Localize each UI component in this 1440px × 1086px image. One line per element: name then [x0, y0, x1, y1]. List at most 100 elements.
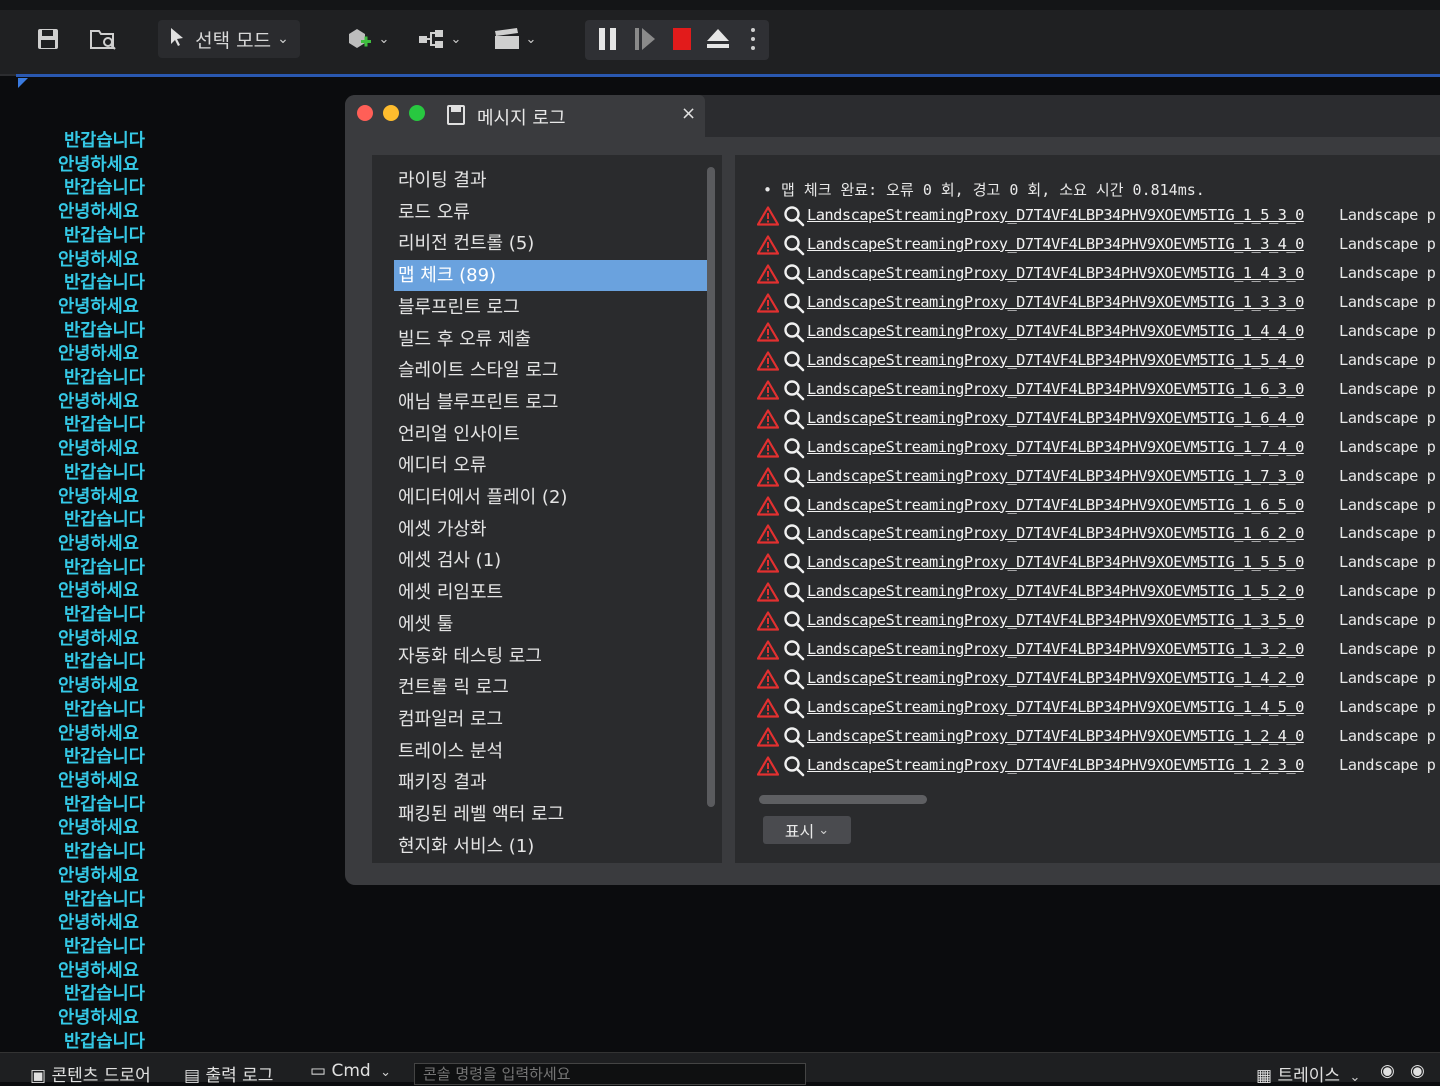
category-item[interactable]: 트레이스 분석	[394, 736, 708, 767]
actor-link[interactable]: LandscapeStreamingProxy_D7T4VF4LBP34PHV9…	[807, 669, 1304, 687]
category-item[interactable]: 에디터 오류	[394, 450, 708, 481]
find-actor-icon[interactable]	[783, 350, 805, 372]
find-actor-icon[interactable]	[783, 234, 805, 256]
find-actor-icon[interactable]	[783, 408, 805, 430]
category-scrollbar[interactable]	[707, 167, 715, 807]
add-actor-button[interactable]: ⌄	[342, 20, 392, 58]
content-browser-icon[interactable]	[88, 20, 118, 58]
cinematics-button[interactable]: ⌄	[488, 20, 540, 58]
log-message-text: Landscape p	[1339, 350, 1436, 369]
actor-link[interactable]: LandscapeStreamingProxy_D7T4VF4LBP34PHV9…	[807, 264, 1304, 282]
find-actor-icon[interactable]	[783, 321, 805, 343]
save-icon[interactable]	[34, 20, 62, 58]
show-filter-button[interactable]: 표시 ⌄	[763, 816, 851, 844]
maximize-window-icon[interactable]	[409, 105, 425, 121]
category-item[interactable]: 빌드 후 오류 제출	[394, 324, 708, 355]
step-icon[interactable]	[633, 26, 657, 58]
find-actor-icon[interactable]	[783, 581, 805, 603]
trace-dropdown[interactable]: ▦ 트레이스 ⌄	[1256, 1061, 1360, 1086]
console-line: 안녕하세요	[58, 960, 139, 981]
category-item[interactable]: 컴파일러 로그	[394, 704, 708, 735]
horizontal-scrollbar[interactable]	[759, 795, 927, 804]
output-log-button[interactable]: ▤ 출력 로그	[184, 1061, 273, 1086]
source-control-icon[interactable]: ◉	[1410, 1061, 1425, 1081]
category-item[interactable]: 언리얼 인사이트	[394, 419, 708, 450]
category-item[interactable]: 애님 블루프린트 로그	[394, 387, 708, 418]
more-icon[interactable]	[749, 26, 757, 58]
log-message-text: Landscape p	[1339, 321, 1436, 340]
find-actor-icon[interactable]	[783, 668, 805, 690]
viewport-console-output: 반갑습니다 안녕하세요 반갑습니다 안녕하세요 반갑습니다 안녕하세요 반갑습니다 안녕하세요…	[58, 130, 170, 1054]
close-window-icon[interactable]	[357, 105, 373, 121]
actor-link[interactable]: LandscapeStreamingProxy_D7T4VF4LBP34PHV9…	[807, 553, 1304, 571]
find-actor-icon[interactable]	[783, 495, 805, 517]
warning-icon	[756, 495, 780, 516]
category-item[interactable]: 에셋 툴	[394, 609, 708, 640]
find-actor-icon[interactable]	[783, 437, 805, 459]
log-message-text: Landscape p	[1339, 466, 1436, 485]
pause-icon[interactable]	[597, 26, 619, 58]
actor-link[interactable]: LandscapeStreamingProxy_D7T4VF4LBP34PHV9…	[807, 611, 1304, 629]
find-actor-icon[interactable]	[783, 755, 805, 777]
actor-link[interactable]: LandscapeStreamingProxy_D7T4VF4LBP34PHV9…	[807, 438, 1304, 456]
blueprint-button[interactable]: ⌄	[414, 20, 464, 58]
find-actor-icon[interactable]	[783, 263, 805, 285]
category-item[interactable]: 맵 체크 (89)	[394, 260, 708, 292]
actor-link[interactable]: LandscapeStreamingProxy_D7T4VF4LBP34PHV9…	[807, 351, 1304, 369]
find-actor-icon[interactable]	[783, 552, 805, 574]
actor-link[interactable]: LandscapeStreamingProxy_D7T4VF4LBP34PHV9…	[807, 206, 1304, 224]
category-item[interactable]: 에셋 리임포트	[394, 577, 708, 608]
actor-link[interactable]: LandscapeStreamingProxy_D7T4VF4LBP34PHV9…	[807, 467, 1304, 485]
actor-link[interactable]: LandscapeStreamingProxy_D7T4VF4LBP34PHV9…	[807, 524, 1304, 542]
category-item[interactable]: 컨트롤 릭 로그	[394, 672, 708, 703]
console-line: 반갑습니다	[64, 273, 145, 294]
category-item[interactable]: 블루프린트 로그	[394, 292, 708, 323]
actor-link[interactable]: LandscapeStreamingProxy_D7T4VF4LBP34PHV9…	[807, 409, 1304, 427]
find-actor-icon[interactable]	[783, 292, 805, 314]
message-log-icon	[447, 105, 465, 130]
console-command-input[interactable]	[414, 1063, 806, 1085]
category-item[interactable]: 로드 오류	[394, 197, 708, 228]
find-actor-icon[interactable]	[783, 466, 805, 488]
actor-link[interactable]: LandscapeStreamingProxy_D7T4VF4LBP34PHV9…	[807, 756, 1304, 774]
console-line: 반갑습니다	[64, 842, 145, 863]
find-actor-icon[interactable]	[783, 726, 805, 748]
category-item[interactable]: 슬레이트 스타일 로그	[394, 355, 708, 386]
tab-message-log[interactable]: 메시지 로그 ×	[345, 95, 705, 137]
category-item[interactable]: 리비전 컨트롤 (5)	[394, 228, 708, 259]
cmd-dropdown[interactable]: ▭ Cmd ⌄	[310, 1061, 391, 1081]
tab-title: 메시지 로그	[477, 108, 566, 129]
category-item[interactable]: 에디터에서 플레이 (2)	[394, 482, 708, 513]
actor-link[interactable]: LandscapeStreamingProxy_D7T4VF4LBP34PHV9…	[807, 582, 1304, 600]
stop-icon[interactable]	[671, 26, 693, 58]
find-actor-icon[interactable]	[783, 205, 805, 227]
category-item[interactable]: 패키징 결과	[394, 767, 708, 798]
find-actor-icon[interactable]	[783, 610, 805, 632]
actor-link[interactable]: LandscapeStreamingProxy_D7T4VF4LBP34PHV9…	[807, 293, 1304, 311]
chevron-down-icon: ⌄	[818, 822, 830, 838]
category-item[interactable]: 라이팅 결과	[394, 165, 708, 196]
category-item[interactable]: 에셋 가상화	[394, 514, 708, 545]
find-actor-icon[interactable]	[783, 697, 805, 719]
eject-icon[interactable]	[705, 26, 731, 58]
selection-mode-dropdown[interactable]: 선택 모드 ⌄	[158, 20, 300, 58]
find-actor-icon[interactable]	[783, 523, 805, 545]
category-item[interactable]: 에셋 검사 (1)	[394, 545, 708, 576]
category-item[interactable]: 자동화 테스팅 로그	[394, 641, 708, 672]
actor-link[interactable]: LandscapeStreamingProxy_D7T4VF4LBP34PHV9…	[807, 235, 1304, 253]
derived-data-icon[interactable]: ◉	[1380, 1061, 1395, 1081]
find-actor-icon[interactable]	[783, 639, 805, 661]
category-item[interactable]: 패킹된 레벨 액터 로그	[394, 799, 708, 830]
category-item[interactable]: 현지화 서비스 (1)	[394, 831, 708, 862]
actor-link[interactable]: LandscapeStreamingProxy_D7T4VF4LBP34PHV9…	[807, 496, 1304, 514]
find-actor-icon[interactable]	[783, 379, 805, 401]
minimize-window-icon[interactable]	[383, 105, 399, 121]
actor-link[interactable]: LandscapeStreamingProxy_D7T4VF4LBP34PHV9…	[807, 698, 1304, 716]
log-row: LandscapeStreamingProxy_D7T4VF4LBP34PHV9…	[756, 436, 1440, 465]
close-tab-icon[interactable]: ×	[681, 103, 696, 124]
actor-link[interactable]: LandscapeStreamingProxy_D7T4VF4LBP34PHV9…	[807, 727, 1304, 745]
actor-link[interactable]: LandscapeStreamingProxy_D7T4VF4LBP34PHV9…	[807, 380, 1304, 398]
content-drawer-button[interactable]: ▣ 콘텐츠 드로어	[30, 1061, 151, 1086]
actor-link[interactable]: LandscapeStreamingProxy_D7T4VF4LBP34PHV9…	[807, 322, 1304, 340]
actor-link[interactable]: LandscapeStreamingProxy_D7T4VF4LBP34PHV9…	[807, 640, 1304, 658]
